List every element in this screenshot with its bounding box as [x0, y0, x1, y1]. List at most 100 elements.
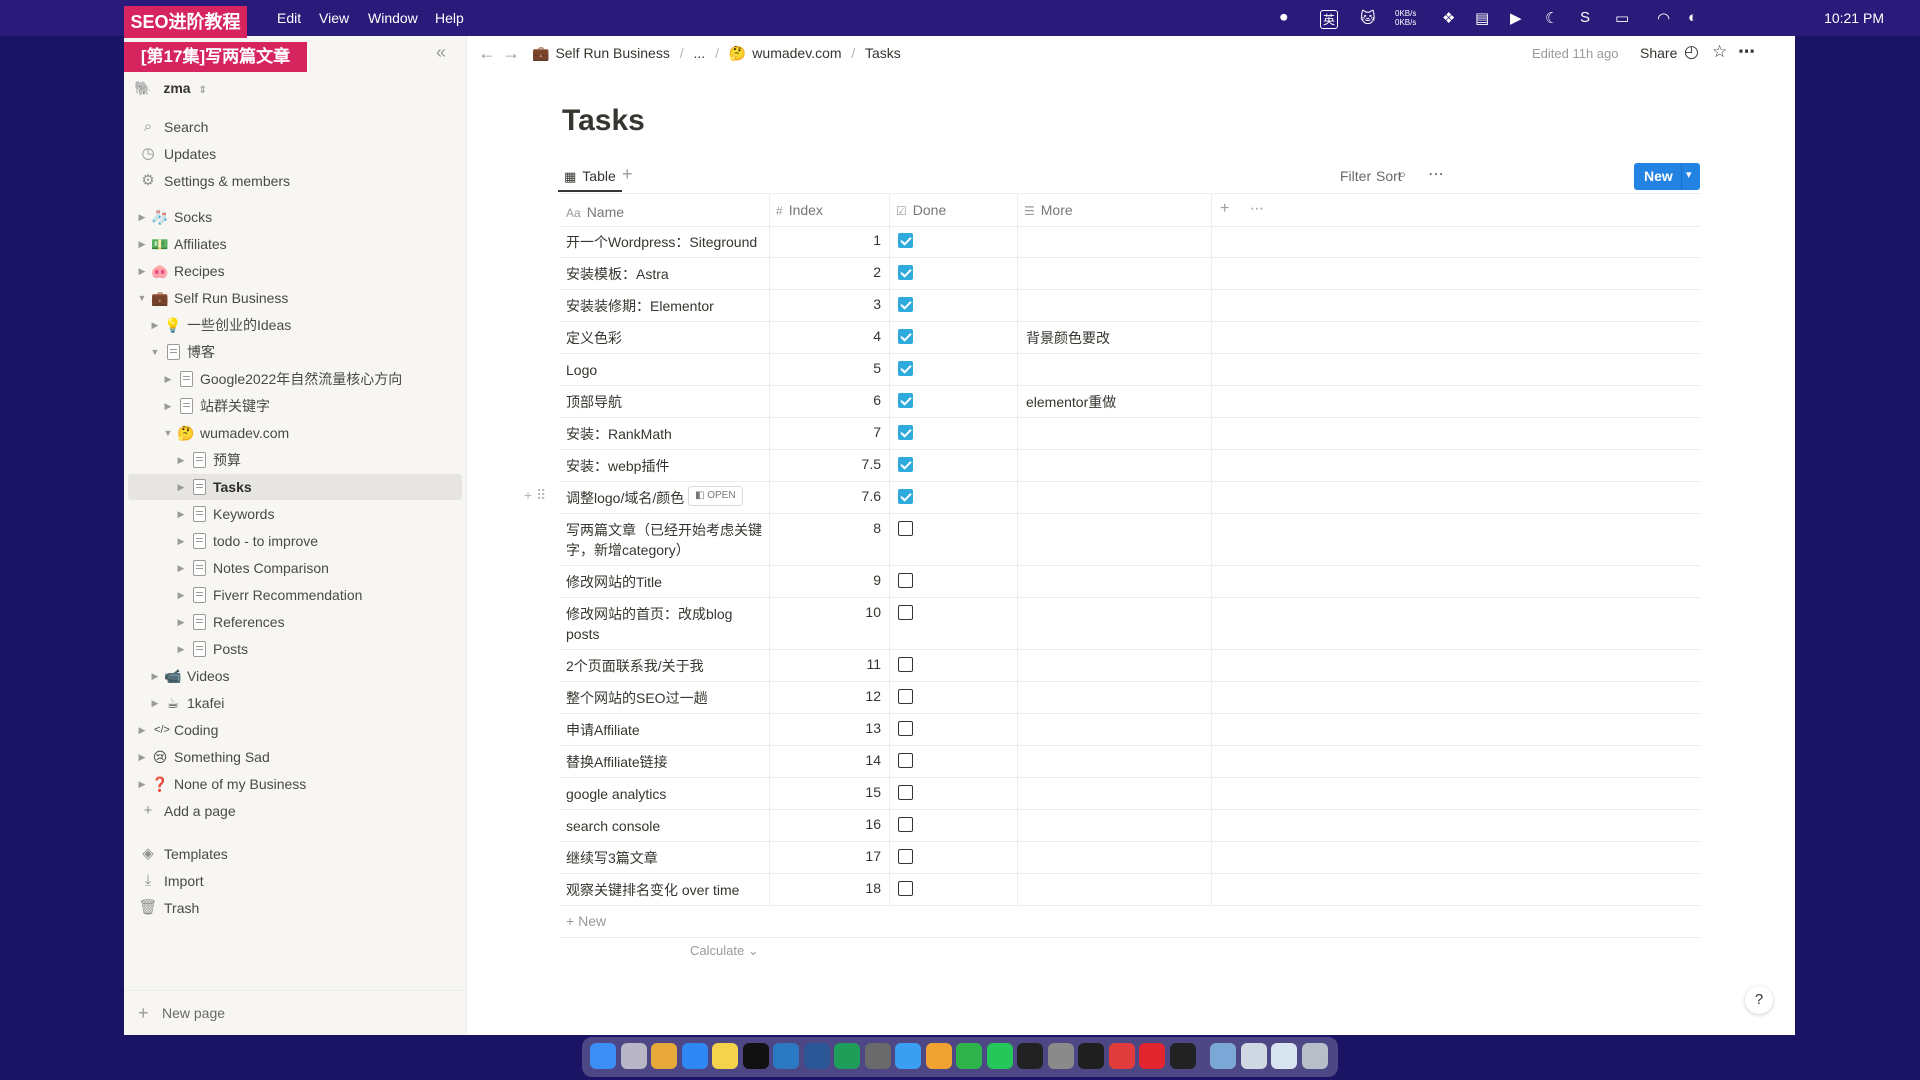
cell-name[interactable]: 安装：RankMath: [560, 417, 770, 449]
cell-name[interactable]: 整个网站的SEO过一趟: [560, 681, 770, 713]
sidebar-tree-item[interactable]: ▶ 📹 Videos: [128, 663, 462, 689]
notion-app-icon[interactable]: [742, 1043, 769, 1069]
sidebar-tree-item[interactable]: ▶ 💵 Affiliates: [128, 231, 462, 257]
done-checkbox[interactable]: [898, 605, 913, 620]
row-handle-icon[interactable]: + ⠿: [524, 487, 546, 504]
sidebar-item-settings[interactable]: ⚙ Settings & members: [128, 168, 462, 194]
terminal-app-icon[interactable]: [1017, 1043, 1043, 1069]
sidebar-tree-item[interactable]: ▶ 预算: [128, 447, 462, 473]
triangle-right-icon[interactable]: ▶: [149, 663, 161, 689]
cell-more[interactable]: elementor重做: [1018, 385, 1212, 417]
triangle-right-icon[interactable]: ▶: [175, 609, 187, 635]
cell-name[interactable]: 定义色彩: [560, 321, 770, 353]
safari-app-icon[interactable]: [681, 1043, 708, 1069]
done-checkbox[interactable]: [898, 721, 913, 736]
cell-name[interactable]: 申请Affiliate: [560, 713, 770, 745]
cell-index[interactable]: 15: [770, 777, 890, 809]
battery-icon[interactable]: ▭: [1615, 9, 1629, 27]
cell-name[interactable]: 2个页面联系我/关于我: [560, 649, 770, 681]
done-checkbox[interactable]: [898, 233, 913, 248]
notes-app-icon[interactable]: [712, 1043, 738, 1069]
s-app-icon[interactable]: S: [1580, 9, 1590, 26]
cell-more[interactable]: [1018, 745, 1212, 777]
done-checkbox[interactable]: [898, 817, 913, 832]
triangle-right-icon[interactable]: ▶: [149, 312, 161, 338]
new-entry-button[interactable]: New ▾: [1634, 163, 1700, 190]
sidebar-item-trash[interactable]: 🗑 Trash: [128, 895, 462, 921]
cell-index[interactable]: 7: [770, 417, 890, 449]
done-checkbox[interactable]: [898, 265, 913, 280]
xmind-app-icon[interactable]: [1108, 1043, 1135, 1069]
files-app-icon[interactable]: [1240, 1043, 1267, 1069]
done-checkbox[interactable]: [898, 489, 913, 504]
menu-window[interactable]: Window: [368, 10, 418, 26]
finder-app-icon[interactable]: [590, 1043, 616, 1069]
cell-index[interactable]: 5: [770, 353, 890, 385]
cell-name[interactable]: 安装模板：Astra: [560, 257, 770, 289]
more-options-icon[interactable]: ⋯: [1428, 164, 1444, 184]
help-button[interactable]: ?: [1745, 986, 1773, 1014]
menu-help[interactable]: Help: [435, 10, 464, 26]
finder-window-app-icon[interactable]: [1271, 1043, 1297, 1069]
triangle-right-icon[interactable]: ▶: [175, 501, 187, 527]
cell-more[interactable]: [1018, 597, 1212, 649]
sidebar-tree-item[interactable]: ▼ 💼 Self Run Business: [128, 285, 462, 311]
menu-view[interactable]: View: [319, 10, 349, 26]
done-checkbox[interactable]: [898, 329, 913, 344]
cell-name[interactable]: 观察关键排名变化 over time: [560, 873, 770, 905]
done-checkbox[interactable]: [898, 425, 913, 440]
wifi-icon[interactable]: ◠: [1657, 9, 1670, 27]
more-options-icon[interactable]: ⋯: [1250, 200, 1264, 217]
done-checkbox[interactable]: [898, 849, 913, 864]
github-app-icon[interactable]: [1078, 1043, 1104, 1069]
cell-index[interactable]: 18: [770, 873, 890, 905]
done-checkbox[interactable]: [898, 657, 913, 672]
cell-name[interactable]: 修改网站的首页：改成blog posts: [560, 597, 770, 649]
sidebar-tree-item[interactable]: ▶ 💡 一些创业的Ideas: [128, 312, 462, 338]
page-title[interactable]: Tasks: [562, 104, 645, 138]
sidebar-tree-item[interactable]: ▶ Keywords: [128, 501, 462, 527]
cell-index[interactable]: 11: [770, 649, 890, 681]
xcode-app-icon[interactable]: [895, 1043, 921, 1069]
sidebar-tree-item[interactable]: ▶ </> Coding: [128, 717, 462, 743]
breadcrumb-item[interactable]: Tasks: [865, 45, 901, 61]
wechat-app-icon[interactable]: [986, 1043, 1013, 1069]
cell-name[interactable]: 修改网站的Title: [560, 565, 770, 597]
word-app-icon[interactable]: [803, 1043, 830, 1069]
sidebar-tree-item[interactable]: ▶ 🧦 Socks: [128, 204, 462, 230]
share-button[interactable]: Share: [1640, 45, 1677, 61]
dropbox-icon[interactable]: ❖: [1442, 9, 1455, 27]
collapse-sidebar-icon[interactable]: «: [436, 42, 446, 63]
chrome-app-icon[interactable]: [651, 1043, 677, 1069]
cell-index[interactable]: 7.6: [770, 481, 890, 513]
column-header-index[interactable]: # Index: [770, 194, 890, 226]
triangle-right-icon[interactable]: ▶: [175, 555, 187, 581]
sidebar-tree-item[interactable]: ▶ Tasks: [128, 474, 462, 500]
numbers-app-icon[interactable]: [956, 1043, 982, 1069]
control-center-icon[interactable]: ◐: [1688, 9, 1697, 26]
cell-more[interactable]: 背景颜色要改: [1018, 321, 1212, 353]
cell-index[interactable]: 8: [770, 513, 890, 565]
sidebar-tree-item[interactable]: ▼ 博客: [128, 339, 462, 365]
done-checkbox[interactable]: [898, 785, 913, 800]
sidebar-tree-item[interactable]: ▶ ❓ None of my Business: [128, 771, 462, 797]
cell-index[interactable]: 10: [770, 597, 890, 649]
preview-app-icon[interactable]: [1210, 1043, 1236, 1069]
calculate-button[interactable]: Calculate ⌄: [690, 943, 759, 959]
triangle-right-icon[interactable]: ▶: [136, 204, 148, 230]
star-icon[interactable]: ☆: [1712, 42, 1727, 62]
done-checkbox[interactable]: [898, 521, 913, 536]
vscode-app-icon[interactable]: [773, 1043, 799, 1069]
trash-app-icon[interactable]: [1301, 1043, 1328, 1069]
keynote-app-icon[interactable]: [925, 1043, 952, 1069]
cell-name[interactable]: 写两篇文章（已经开始考虑关键字，新增category）: [560, 513, 770, 565]
done-checkbox[interactable]: [898, 689, 913, 704]
sidebar-tree-item[interactable]: ▶ Fiverr Recommendation: [128, 582, 462, 608]
cell-index[interactable]: 14: [770, 745, 890, 777]
cell-index[interactable]: 1: [770, 225, 890, 257]
done-checkbox[interactable]: [898, 881, 913, 896]
cell-more[interactable]: [1018, 257, 1212, 289]
triangle-right-icon[interactable]: ▶: [175, 528, 187, 554]
input-method-icon[interactable]: 英: [1320, 10, 1339, 29]
sidebar-tree-item[interactable]: ▶ Posts: [128, 636, 462, 662]
